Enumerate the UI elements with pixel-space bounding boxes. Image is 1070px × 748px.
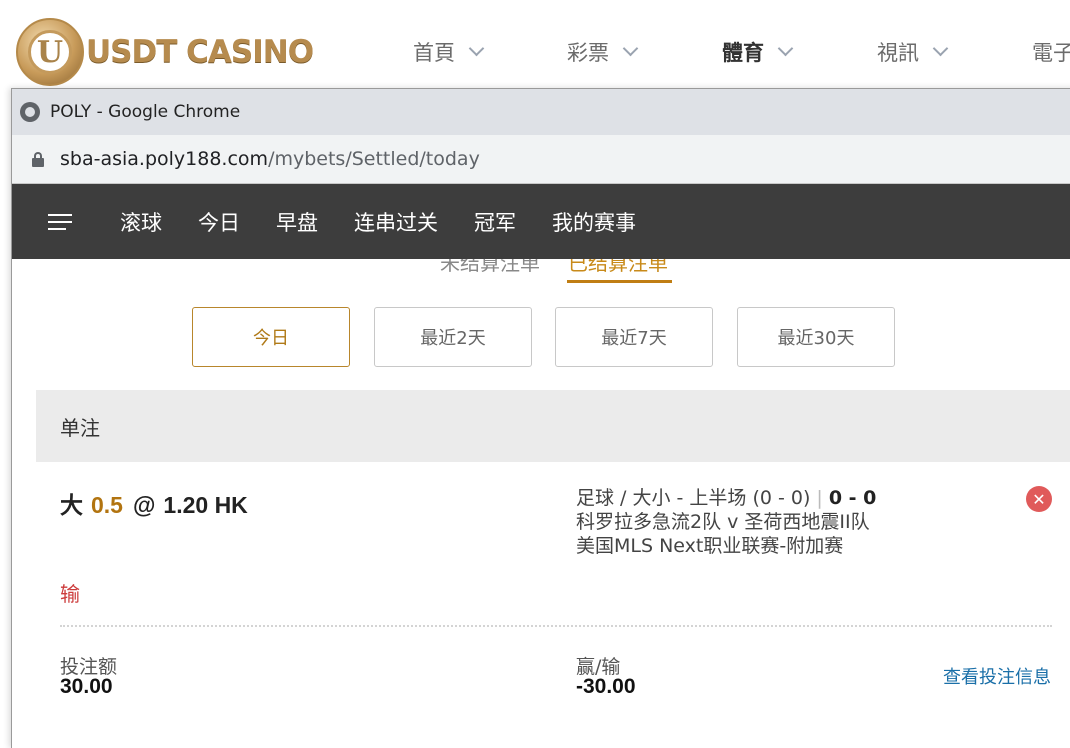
app-tab-outright[interactable]: 冠军 (474, 207, 516, 237)
at-symbol: @ (132, 492, 156, 518)
logo-text: USDT CASINO (86, 34, 314, 70)
chrome-popup-window: POLY - Google Chrome sba-asia.poly188.co… (11, 88, 1070, 748)
stake-value: 30.00 (60, 675, 113, 698)
site-nav-item-lottery[interactable]: 彩票 (567, 37, 639, 67)
market-text: 足球 / 大小 - 上半场 (0 - 0) (576, 487, 811, 509)
app-tab-my-events[interactable]: 我的赛事 (552, 207, 636, 237)
date-range-group: 今日 最近2天 最近7天 最近30天 (12, 307, 1070, 367)
app-tab-live[interactable]: 滚球 (120, 207, 162, 237)
site-nav-label: 電子 (1032, 41, 1070, 65)
tab-unsettled[interactable]: 未结算注单 (440, 259, 540, 276)
app-nav-bar: 滚球 今日 早盘 连串过关 冠军 我的赛事 (12, 184, 1070, 259)
lock-icon[interactable] (32, 151, 44, 167)
chevron-down-icon (622, 40, 639, 57)
url-text[interactable]: sba-asia.poly188.com/mybets/Settled/toda… (60, 148, 480, 170)
logo-coin-icon: U (16, 18, 84, 86)
league-text: 美国MLS Next职业联赛-附加赛 (576, 535, 844, 557)
address-bar[interactable]: sba-asia.poly188.com/mybets/Settled/toda… (12, 135, 1070, 184)
view-bet-details-link[interactable]: 查看投注信息 (943, 663, 1051, 689)
bet-selection: 大 0.5 @1.20 HK (60, 486, 248, 520)
chevron-down-icon (468, 40, 485, 57)
site-header: U USDT CASINO 首頁 彩票 體育 視訊 電子 (0, 0, 1070, 90)
site-nav-item-sports[interactable]: 體育 (722, 37, 794, 67)
settle-tabs: 未结算注单 已结算注单 (12, 259, 1070, 284)
site-nav-item-home[interactable]: 首頁 (413, 37, 485, 67)
divider (60, 625, 1052, 627)
app-tab-early[interactable]: 早盘 (276, 207, 318, 237)
selection-line: 0.5 (91, 492, 123, 518)
url-host: sba-asia.poly188.com (60, 148, 269, 170)
selection-name: 大 (60, 492, 83, 518)
tab-settled[interactable]: 已结算注单 (568, 259, 668, 276)
app-tab-today[interactable]: 今日 (198, 207, 240, 237)
site-nav-item-live[interactable]: 視訊 (877, 37, 949, 67)
url-path: /mybets/Settled/today (268, 148, 480, 170)
win-loss-value: -30.00 (576, 675, 636, 698)
range-2days-button[interactable]: 最近2天 (374, 307, 532, 367)
teams-text: 科罗拉多急流2队 v 圣荷西地震II队 (576, 511, 870, 533)
window-title: POLY - Google Chrome (50, 102, 241, 122)
site-nav-label: 視訊 (877, 41, 919, 65)
range-7days-button[interactable]: 最近7天 (555, 307, 713, 367)
site-nav-item-slots[interactable]: 電子 (1032, 37, 1070, 67)
window-titlebar[interactable]: POLY - Google Chrome (12, 89, 1070, 135)
site-nav-label: 體育 (722, 41, 764, 65)
site-nav-label: 彩票 (567, 41, 609, 65)
selection-odds: 1.20 HK (163, 492, 248, 518)
menu-icon[interactable] (48, 213, 72, 230)
site-nav-label: 首頁 (413, 41, 455, 65)
match-score: 0 - 0 (828, 487, 877, 509)
bet-card: 大 0.5 @1.20 HK 足球 / 大小 - 上半场 (0 - 0) | 0 - 0… (36, 462, 1070, 722)
bets-content: 未结算注单 已结算注单 今日 最近2天 最近7天 最近30天 单注 大 0.5 @1… (12, 259, 1070, 698)
app-tab-parlay[interactable]: 连串过关 (354, 207, 438, 237)
chevron-down-icon (777, 40, 794, 57)
chrome-icon (20, 102, 40, 122)
range-30days-button[interactable]: 最近30天 (737, 307, 895, 367)
close-icon[interactable]: ✕ (1026, 486, 1052, 512)
bet-type-header: 单注 (36, 390, 1070, 462)
chevron-down-icon (932, 40, 949, 57)
separator: | (816, 487, 823, 509)
match-info: 足球 / 大小 - 上半场 (0 - 0) | 0 - 0 科罗拉多急流2队 v 圣… (576, 486, 876, 558)
site-logo[interactable]: U USDT CASINO (16, 18, 314, 86)
range-today-button[interactable]: 今日 (192, 307, 350, 367)
logo-letter: U (28, 30, 72, 74)
bet-result: 输 (60, 582, 80, 606)
active-tab-underline (567, 280, 672, 283)
